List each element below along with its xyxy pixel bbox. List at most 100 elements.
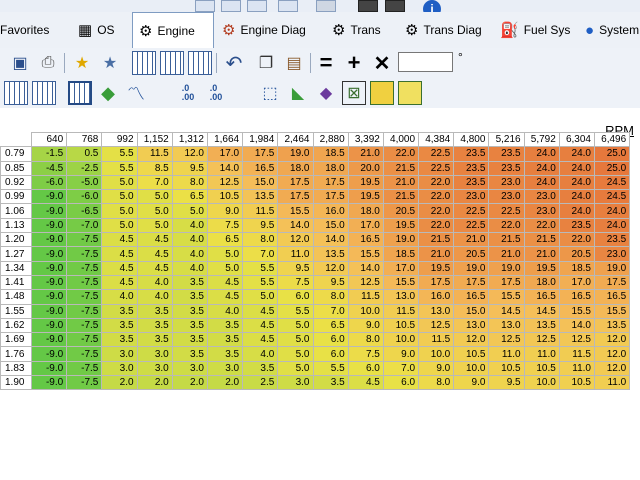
table-cell[interactable]: 21.5 <box>382 189 420 205</box>
table-cell[interactable]: 10.5 <box>523 360 560 377</box>
table-cell[interactable]: 4.0 <box>136 289 173 305</box>
table-cell[interactable]: 17.5 <box>453 274 490 291</box>
table-cell[interactable]: 15.5 <box>277 203 314 219</box>
rpm-column-header[interactable]: 640 <box>30 131 68 148</box>
table-cell[interactable]: 7.0 <box>382 360 420 377</box>
table-cell[interactable]: 22.0 <box>418 189 455 205</box>
table-cell[interactable]: 11.0 <box>593 375 631 391</box>
table-cell[interactable]: 21.0 <box>523 246 560 262</box>
table-cell[interactable]: 9.0 <box>347 317 384 334</box>
table-cell[interactable]: 13.0 <box>418 303 455 319</box>
table-cell[interactable]: 17.0 <box>558 274 596 291</box>
table-cell[interactable]: 5.0 <box>242 289 279 305</box>
table-cell[interactable]: -7.5 <box>66 375 103 391</box>
favorites-icon[interactable]: ★ <box>98 51 122 75</box>
table-cell[interactable]: 15.5 <box>593 303 631 319</box>
table-cell[interactable]: -9.0 <box>30 332 68 348</box>
table-cell[interactable]: 17.5 <box>312 189 349 205</box>
rpm-column-header[interactable]: 2,464 <box>277 131 314 148</box>
table-cell[interactable]: 9.5 <box>488 375 525 391</box>
table-cell[interactable]: 24.0 <box>523 160 560 176</box>
table-cell[interactable]: 10.0 <box>382 332 420 348</box>
table-cell[interactable]: 15.5 <box>347 246 384 262</box>
table-cell[interactable]: 8.0 <box>242 232 279 248</box>
table-cell[interactable]: 17.5 <box>488 274 525 291</box>
table-cell[interactable]: 20.0 <box>347 160 384 176</box>
rpm-column-header[interactable]: 4,800 <box>453 131 490 148</box>
table-cell[interactable]: 5.0 <box>136 203 173 219</box>
tab-engine-diag[interactable]: ⚙ Engine Diag <box>222 12 306 48</box>
table-cell[interactable]: 24.0 <box>593 203 631 219</box>
save-icon[interactable]: ▣ <box>8 51 32 75</box>
table-cell[interactable]: 10.5 <box>382 317 420 334</box>
table-cell[interactable]: 3.5 <box>171 332 208 348</box>
table-cell[interactable]: 12.0 <box>453 332 490 348</box>
table-cell[interactable]: -7.0 <box>66 217 103 234</box>
table-cell[interactable]: 3.0 <box>206 360 244 377</box>
table-cell[interactable]: 6.0 <box>312 332 349 348</box>
table-cell[interactable]: 15.0 <box>453 303 490 319</box>
table-cell[interactable]: 4.0 <box>206 303 244 319</box>
table-cell[interactable]: -9.0 <box>30 375 68 391</box>
load-row-header[interactable]: 0.85 <box>0 160 32 176</box>
table-cell[interactable]: 2.0 <box>171 375 208 391</box>
table-cell[interactable]: 3.5 <box>312 375 349 391</box>
table-cell[interactable]: 7.0 <box>312 303 349 319</box>
table-cell[interactable]: 24.0 <box>523 174 560 191</box>
table-cell[interactable]: 7.5 <box>277 274 314 291</box>
table-cell[interactable]: 12.5 <box>523 332 560 348</box>
table-cell[interactable]: 17.0 <box>347 217 384 234</box>
table-cell[interactable]: 11.5 <box>347 289 384 305</box>
table-cell[interactable]: 6.0 <box>347 360 384 377</box>
table-cell[interactable]: 10.5 <box>488 360 525 377</box>
table-cell[interactable]: 19.0 <box>382 232 420 248</box>
table-cell[interactable]: 16.5 <box>242 160 279 176</box>
table-cell[interactable]: 3.5 <box>242 360 279 377</box>
table-cell[interactable]: 11.5 <box>382 303 420 319</box>
multiply-value-icon[interactable]: ✕ <box>370 51 394 75</box>
table-cell[interactable]: 6.5 <box>206 232 244 248</box>
load-row-header[interactable]: 1.55 <box>0 303 32 319</box>
table-cell[interactable]: -6.0 <box>66 189 103 205</box>
table-cell[interactable]: 24.5 <box>593 174 631 191</box>
table-cell[interactable]: -7.5 <box>66 260 103 276</box>
increment-value-input[interactable] <box>398 52 453 72</box>
table-cell[interactable]: -7.5 <box>66 232 103 248</box>
table-cell[interactable]: 5.0 <box>171 203 208 219</box>
table-cell[interactable]: 10.0 <box>523 375 560 391</box>
tab-trans[interactable]: ⚙ Trans <box>332 12 381 48</box>
table-cell[interactable]: 16.5 <box>523 289 560 305</box>
table-grid-icon[interactable] <box>68 81 92 105</box>
table-cell[interactable]: 16.5 <box>347 232 384 248</box>
table-cell[interactable]: 23.5 <box>453 146 490 162</box>
table-cell[interactable]: 11.0 <box>277 246 314 262</box>
table-cell[interactable]: 22.0 <box>418 174 455 191</box>
add-favorite-icon[interactable]: ★ <box>70 51 94 75</box>
grid-small-icon[interactable] <box>247 0 267 12</box>
table-cell[interactable]: 18.5 <box>558 260 596 276</box>
table-cell[interactable]: 3.5 <box>101 332 138 348</box>
table-cell[interactable]: 5.5 <box>242 260 279 276</box>
table-cell[interactable]: 3.5 <box>101 317 138 334</box>
table-cell[interactable]: 5.0 <box>277 346 314 362</box>
table-cell[interactable]: 11.5 <box>418 332 455 348</box>
table-cell[interactable]: 9.5 <box>277 260 314 276</box>
table-cell[interactable]: 9.5 <box>312 274 349 291</box>
table-cell[interactable]: 5.0 <box>206 246 244 262</box>
table-cell[interactable]: 13.5 <box>312 246 349 262</box>
table-cell[interactable]: 15.0 <box>312 217 349 234</box>
smooth-icon[interactable]: ◣ <box>286 81 310 105</box>
table-cell[interactable]: 24.0 <box>593 217 631 234</box>
table-cell[interactable]: 4.5 <box>136 232 173 248</box>
table-cell[interactable]: 13.0 <box>488 317 525 334</box>
table-cell[interactable]: 16.5 <box>453 289 490 305</box>
table-cell[interactable]: 14.0 <box>277 217 314 234</box>
table-view-icon[interactable] <box>132 51 156 75</box>
load-row-header[interactable]: 1.06 <box>0 203 32 219</box>
load-row-header[interactable]: 1.13 <box>0 217 32 234</box>
rpm-column-header[interactable]: 2,880 <box>312 131 349 148</box>
table-cell[interactable]: 0.5 <box>66 146 103 162</box>
table-cell[interactable]: 6.0 <box>277 289 314 305</box>
rpm-column-header[interactable]: 5,216 <box>488 131 525 148</box>
table-cell[interactable]: 2.0 <box>136 375 173 391</box>
